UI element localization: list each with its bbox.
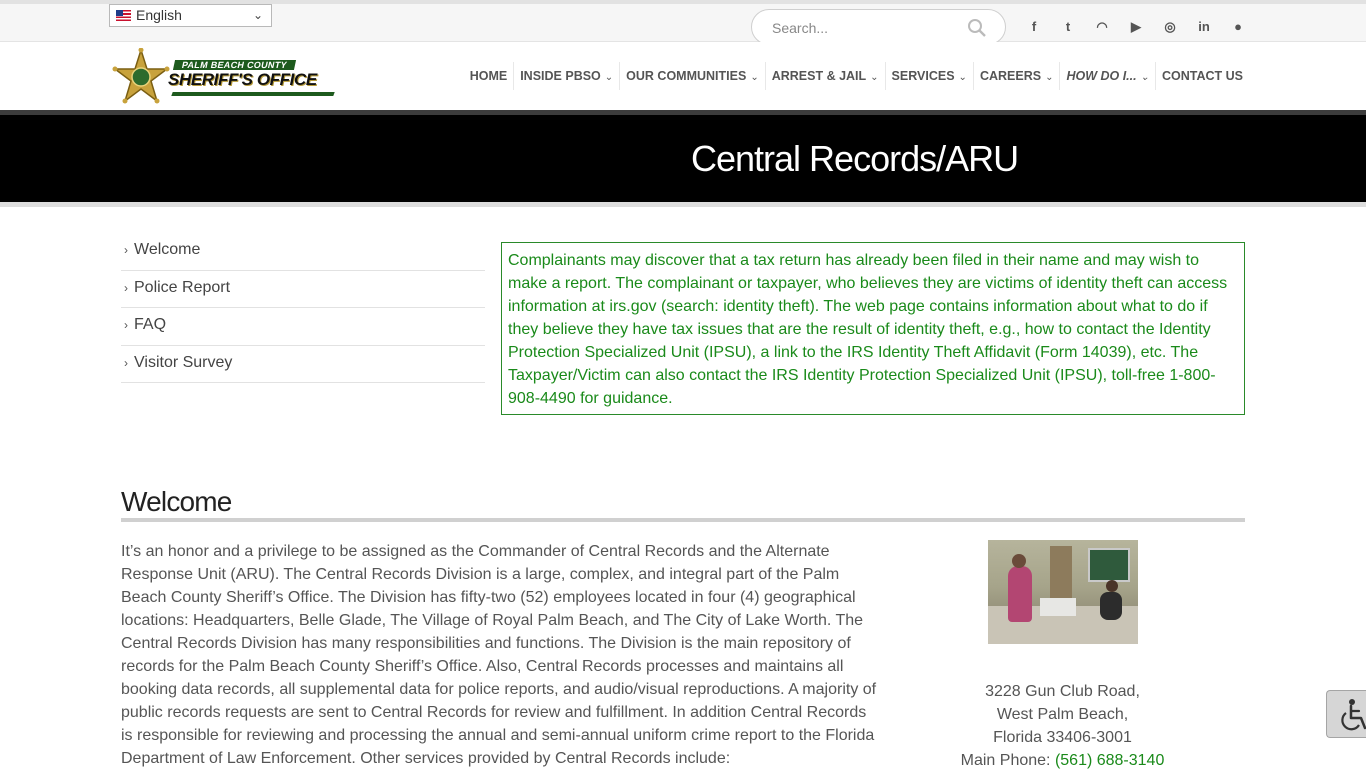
nav-careers[interactable]: CAREERS ⌄ xyxy=(972,62,1060,90)
side-nav-faq[interactable]: › FAQ xyxy=(121,308,485,346)
chevron-down-icon: ⌄ xyxy=(1140,72,1149,83)
welcome-heading: Welcome xyxy=(121,486,232,517)
sheriff-star-icon xyxy=(112,48,170,104)
nav-contact-us[interactable]: CONTACT US xyxy=(1154,62,1249,90)
side-nav-police-report[interactable]: › Police Report xyxy=(121,271,485,308)
chevron-right-icon: › xyxy=(124,355,128,370)
logo-county-text: PALM BEACH COUNTY xyxy=(172,60,297,70)
address-line-1: 3228 Gun Club Road, xyxy=(985,683,1140,700)
chevron-down-icon: ⌄ xyxy=(1045,72,1054,83)
main-nav: HOME INSIDE PBSO ⌄ OUR COMMUNITIES ⌄ ARRES… xyxy=(464,42,1249,110)
identity-theft-notice: Complainants may discover that a tax ret… xyxy=(501,242,1245,415)
section-side-nav: › Welcome › Police Report › FAQ › Visitor Su… xyxy=(121,233,485,383)
search-box xyxy=(751,9,1006,45)
logo-underline xyxy=(171,92,335,96)
reddit-icon[interactable]: ● xyxy=(1221,17,1255,37)
youtube-icon[interactable]: ▶ xyxy=(1119,17,1153,37)
side-nav-welcome[interactable]: › Welcome xyxy=(121,233,485,271)
main-phone: Main Phone: (561) 688-3140 xyxy=(940,749,1185,772)
nav-arrest-jail[interactable]: ARREST & JAIL ⌄ xyxy=(764,62,885,90)
us-flag-icon xyxy=(116,10,131,21)
chevron-down-icon: ⌄ xyxy=(958,72,967,83)
side-nav-visitor-survey[interactable]: › Visitor Survey xyxy=(121,346,485,383)
page-hero: Central Records/ARU xyxy=(0,115,1366,202)
twitter-icon[interactable]: t xyxy=(1051,17,1085,37)
language-selector[interactable]: English ⌄ xyxy=(109,4,272,27)
chevron-right-icon: › xyxy=(124,243,128,257)
nav-how-do-i[interactable]: HOW DO I... ⌄ xyxy=(1059,62,1155,90)
wheelchair-icon xyxy=(1341,699,1366,731)
hero-divider xyxy=(0,202,1366,207)
office-address: 3228 Gun Club Road, West Palm Beach, Flo… xyxy=(940,680,1185,772)
page-title: Central Records/ARU xyxy=(691,138,1019,179)
search-input[interactable] xyxy=(772,18,962,38)
phone-link[interactable]: (561) 688-3140 xyxy=(1055,752,1164,769)
office-photo xyxy=(988,540,1138,644)
linkedin-icon[interactable]: in xyxy=(1187,17,1221,37)
facebook-icon[interactable]: f xyxy=(1017,17,1051,37)
welcome-divider xyxy=(121,518,1245,522)
nav-home[interactable]: HOME xyxy=(464,62,514,90)
chevron-down-icon: ⌄ xyxy=(750,72,759,83)
site-header: PALM BEACH COUNTY SHERIFF'S OFFICE HOME … xyxy=(0,42,1366,110)
phone-label: Main Phone: xyxy=(960,752,1051,769)
accessibility-button[interactable] xyxy=(1326,690,1366,738)
chevron-down-icon: ⌄ xyxy=(870,72,879,83)
top-bar: English ⌄ f t ◠ ▶ ◎ in ● xyxy=(0,0,1366,45)
nav-services[interactable]: SERVICES ⌄ xyxy=(884,62,973,90)
nav-our-communities[interactable]: OUR COMMUNITIES ⌄ xyxy=(619,62,765,90)
social-links: f t ◠ ▶ ◎ in ● xyxy=(1017,17,1255,37)
chevron-down-icon: ⌄ xyxy=(604,72,614,83)
pbso-logo[interactable]: PALM BEACH COUNTY SHERIFF'S OFFICE xyxy=(112,48,335,106)
instagram-icon[interactable]: ◎ xyxy=(1153,17,1187,37)
search-icon[interactable] xyxy=(967,18,987,38)
welcome-body: It’s an honor and a privilege to be assi… xyxy=(121,543,877,767)
nav-inside-pbso[interactable]: INSIDE PBSO ⌄ xyxy=(513,62,619,90)
rss-icon[interactable]: ◠ xyxy=(1085,17,1119,37)
chevron-down-icon: ⌄ xyxy=(252,8,263,22)
chevron-right-icon: › xyxy=(124,280,128,295)
language-label: English xyxy=(136,7,182,23)
address-line-3: Florida 33406-3001 xyxy=(993,729,1132,746)
address-line-2: West Palm Beach, xyxy=(996,706,1129,723)
logo-office-text: SHERIFF'S OFFICE xyxy=(168,70,317,89)
chevron-right-icon: › xyxy=(124,318,128,332)
